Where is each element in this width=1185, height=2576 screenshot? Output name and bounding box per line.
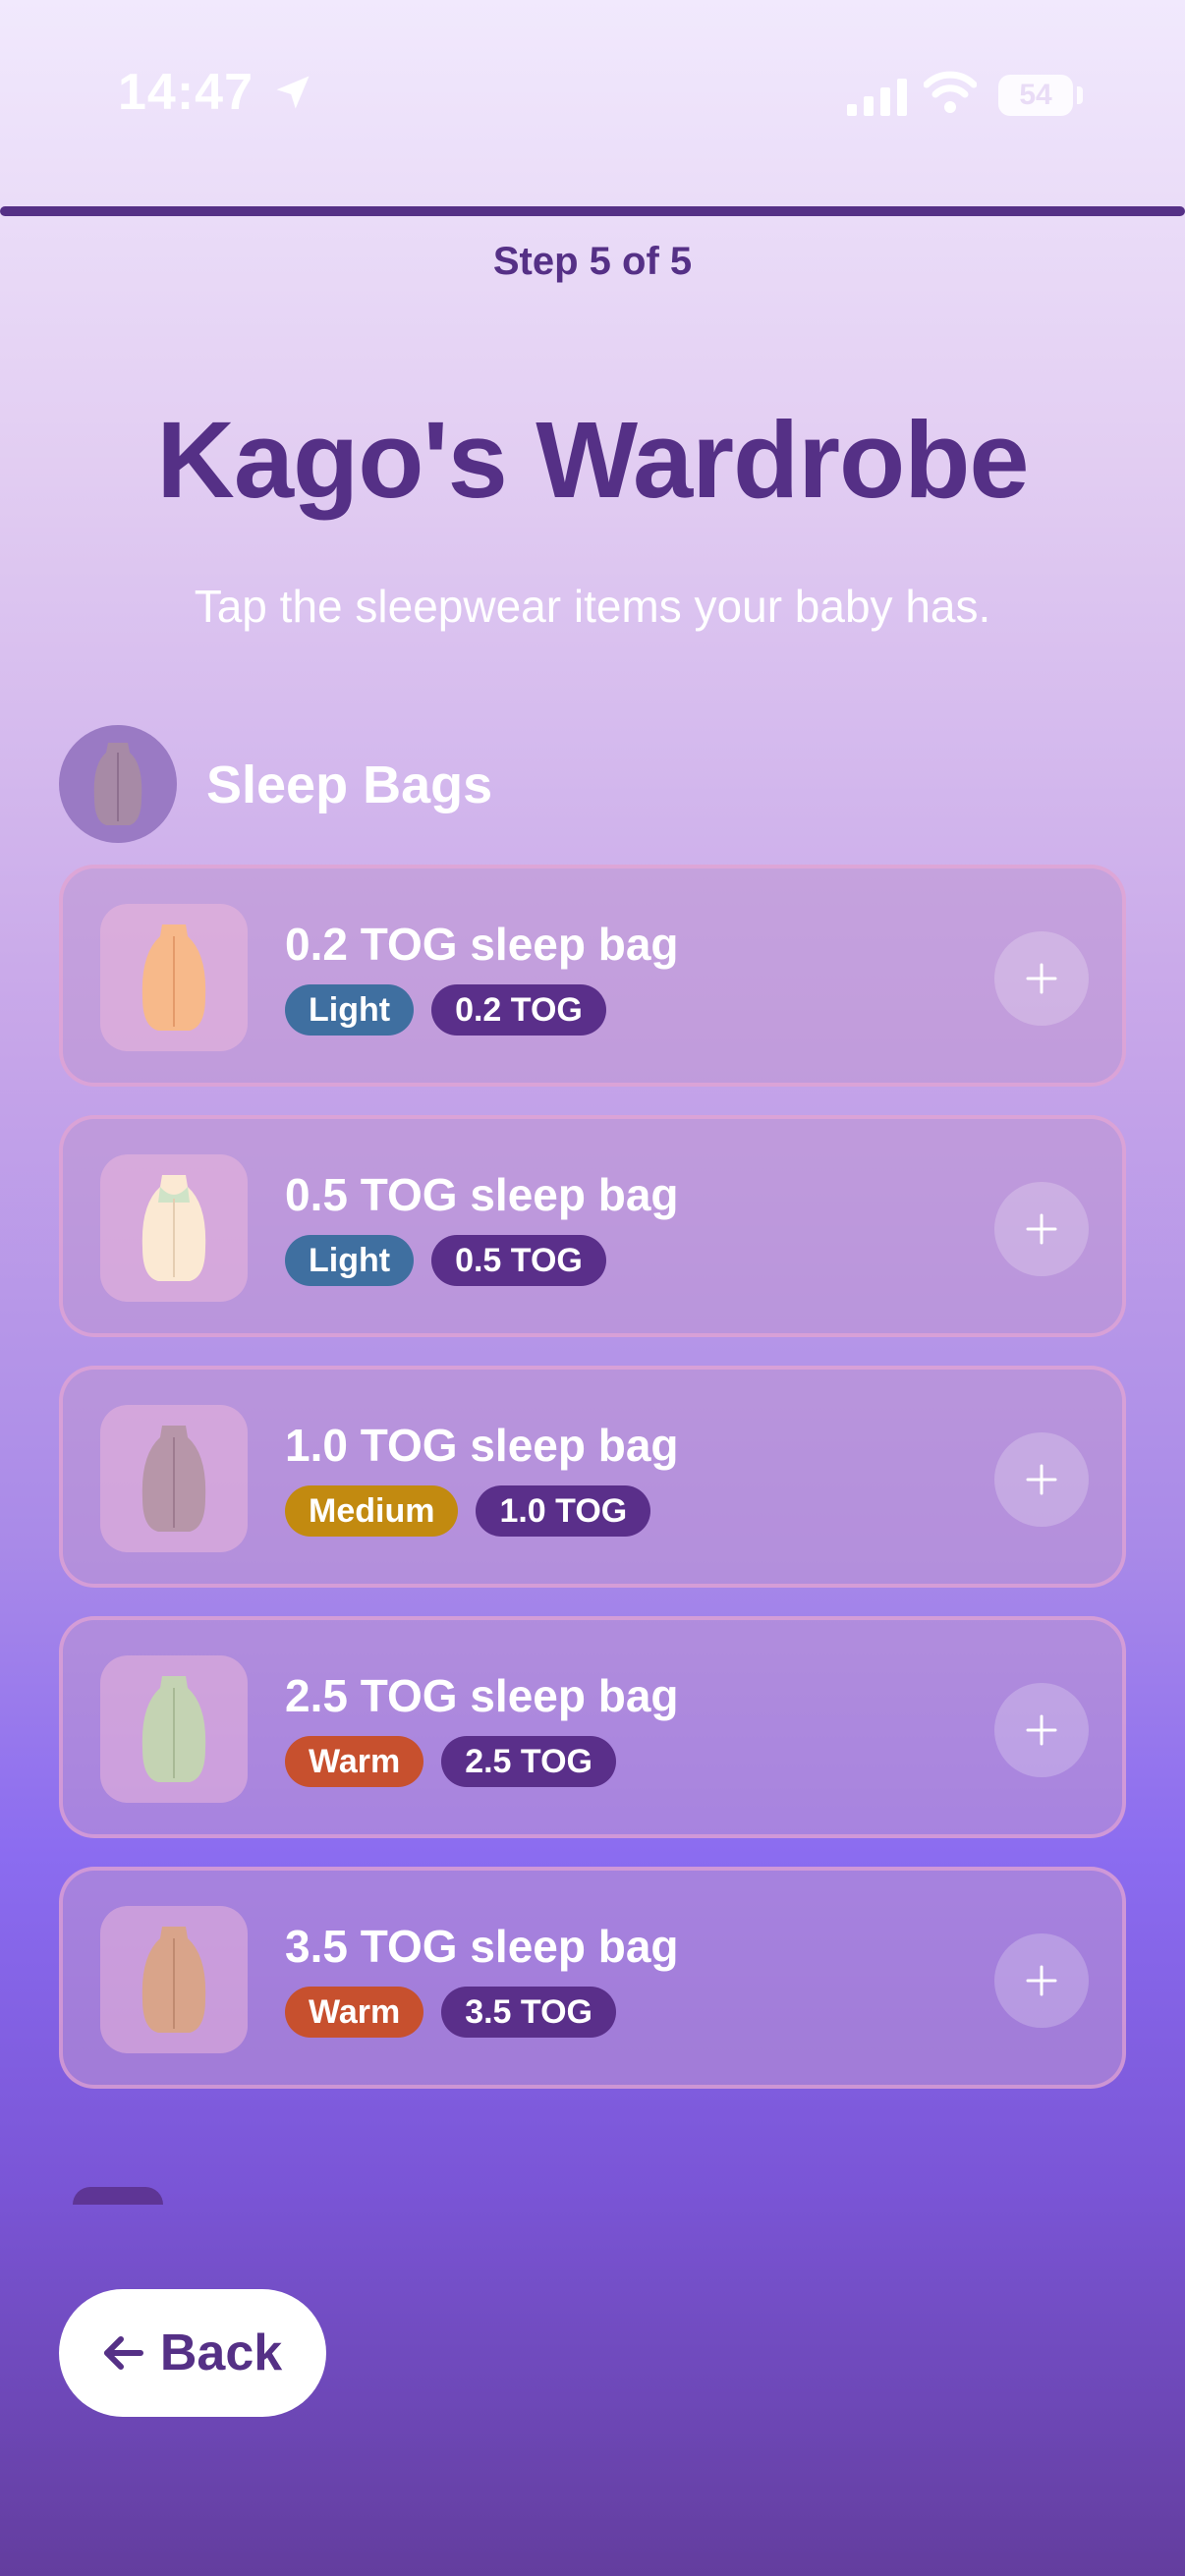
battery-level: 54	[1019, 79, 1052, 111]
sleep-bag-card-1-0-tog[interactable]: 1.0 TOG sleep bag Medium 1.0 TOG	[59, 1366, 1126, 1588]
status-time: 14:47	[118, 64, 254, 121]
location-arrow-icon	[276, 76, 310, 109]
item-title: 3.5 TOG sleep bag	[285, 1921, 679, 1972]
arrow-left-icon	[103, 2336, 143, 2370]
add-button[interactable]	[994, 1933, 1089, 2028]
page-title: Kago's Wardrobe	[156, 400, 1029, 521]
page-subtitle: Tap the sleepwear items your baby has.	[194, 581, 991, 632]
section-avatar	[59, 725, 177, 843]
plus-icon	[1026, 1965, 1057, 1996]
item-thumbnail	[100, 904, 248, 1051]
item-tags: Light 0.5 TOG	[285, 1235, 606, 1286]
item-tags: Warm 3.5 TOG	[285, 1987, 616, 2038]
sage-sleep-bag-image	[141, 1676, 206, 1782]
mauve-sleep-bag-image	[141, 1426, 206, 1532]
item-thumbnail	[100, 1906, 248, 2053]
cellular-signal-icon	[847, 79, 907, 116]
item-tags: Light 0.2 TOG	[285, 984, 606, 1036]
warmth-tag: Light	[285, 984, 415, 1036]
sleep-bag-card-0-5-tog[interactable]: 0.5 TOG sleep bag Light 0.5 TOG	[59, 1115, 1126, 1337]
warmth-tag: Light	[285, 1235, 415, 1286]
step-indicator: Step 5 of 5	[492, 240, 693, 283]
add-button[interactable]	[994, 1432, 1089, 1527]
peach-sleep-bag-image	[141, 924, 206, 1031]
tog-tag: 1.0 TOG	[476, 1485, 651, 1537]
item-title: 0.2 TOG sleep bag	[285, 919, 679, 970]
item-thumbnail	[100, 1154, 248, 1302]
warmth-tag: Warm	[285, 1736, 424, 1787]
tog-tag: 0.2 TOG	[431, 984, 606, 1036]
add-button[interactable]	[994, 1683, 1089, 1777]
item-tags: Medium 1.0 TOG	[285, 1485, 651, 1537]
battery-icon: 54	[998, 75, 1073, 116]
sleep-bag-icon	[93, 743, 142, 825]
plus-icon	[1026, 963, 1057, 994]
warmth-tag: Warm	[285, 1987, 424, 2038]
tog-tag: 0.5 TOG	[431, 1235, 606, 1286]
section-title: Sleep Bags	[206, 756, 493, 814]
back-button-label: Back	[159, 2324, 283, 2381]
tog-tag: 2.5 TOG	[441, 1736, 616, 1787]
add-button[interactable]	[994, 931, 1089, 1026]
item-thumbnail	[100, 1405, 248, 1552]
sleep-bag-card-2-5-tog[interactable]: 2.5 TOG sleep bag Warm 2.5 TOG	[59, 1616, 1126, 1838]
warmth-tag: Medium	[285, 1485, 459, 1537]
next-section-avatar	[73, 2187, 163, 2205]
cream-sleep-bag-image	[141, 1175, 206, 1281]
wifi-icon	[924, 71, 977, 113]
sleep-bag-card-0-2-tog[interactable]: 0.2 TOG sleep bag Light 0.2 TOG	[59, 865, 1126, 1087]
plus-icon	[1026, 1464, 1057, 1495]
item-title: 2.5 TOG sleep bag	[285, 1670, 679, 1721]
item-thumbnail	[100, 1655, 248, 1803]
sleep-bag-card-3-5-tog[interactable]: 3.5 TOG sleep bag Warm 3.5 TOG	[59, 1867, 1126, 2089]
plus-icon	[1026, 1714, 1057, 1746]
item-title: 1.0 TOG sleep bag	[285, 1420, 679, 1471]
status-bar: 14:47 54	[0, 0, 1185, 177]
plus-icon	[1026, 1213, 1057, 1245]
add-button[interactable]	[994, 1182, 1089, 1276]
back-button[interactable]: Back	[59, 2289, 326, 2417]
item-title: 0.5 TOG sleep bag	[285, 1169, 679, 1220]
progress-bar	[0, 206, 1185, 216]
tog-tag: 3.5 TOG	[441, 1987, 616, 2038]
item-tags: Warm 2.5 TOG	[285, 1736, 616, 1787]
tan-sleep-bag-image	[141, 1927, 206, 2033]
battery-nub	[1077, 86, 1083, 104]
